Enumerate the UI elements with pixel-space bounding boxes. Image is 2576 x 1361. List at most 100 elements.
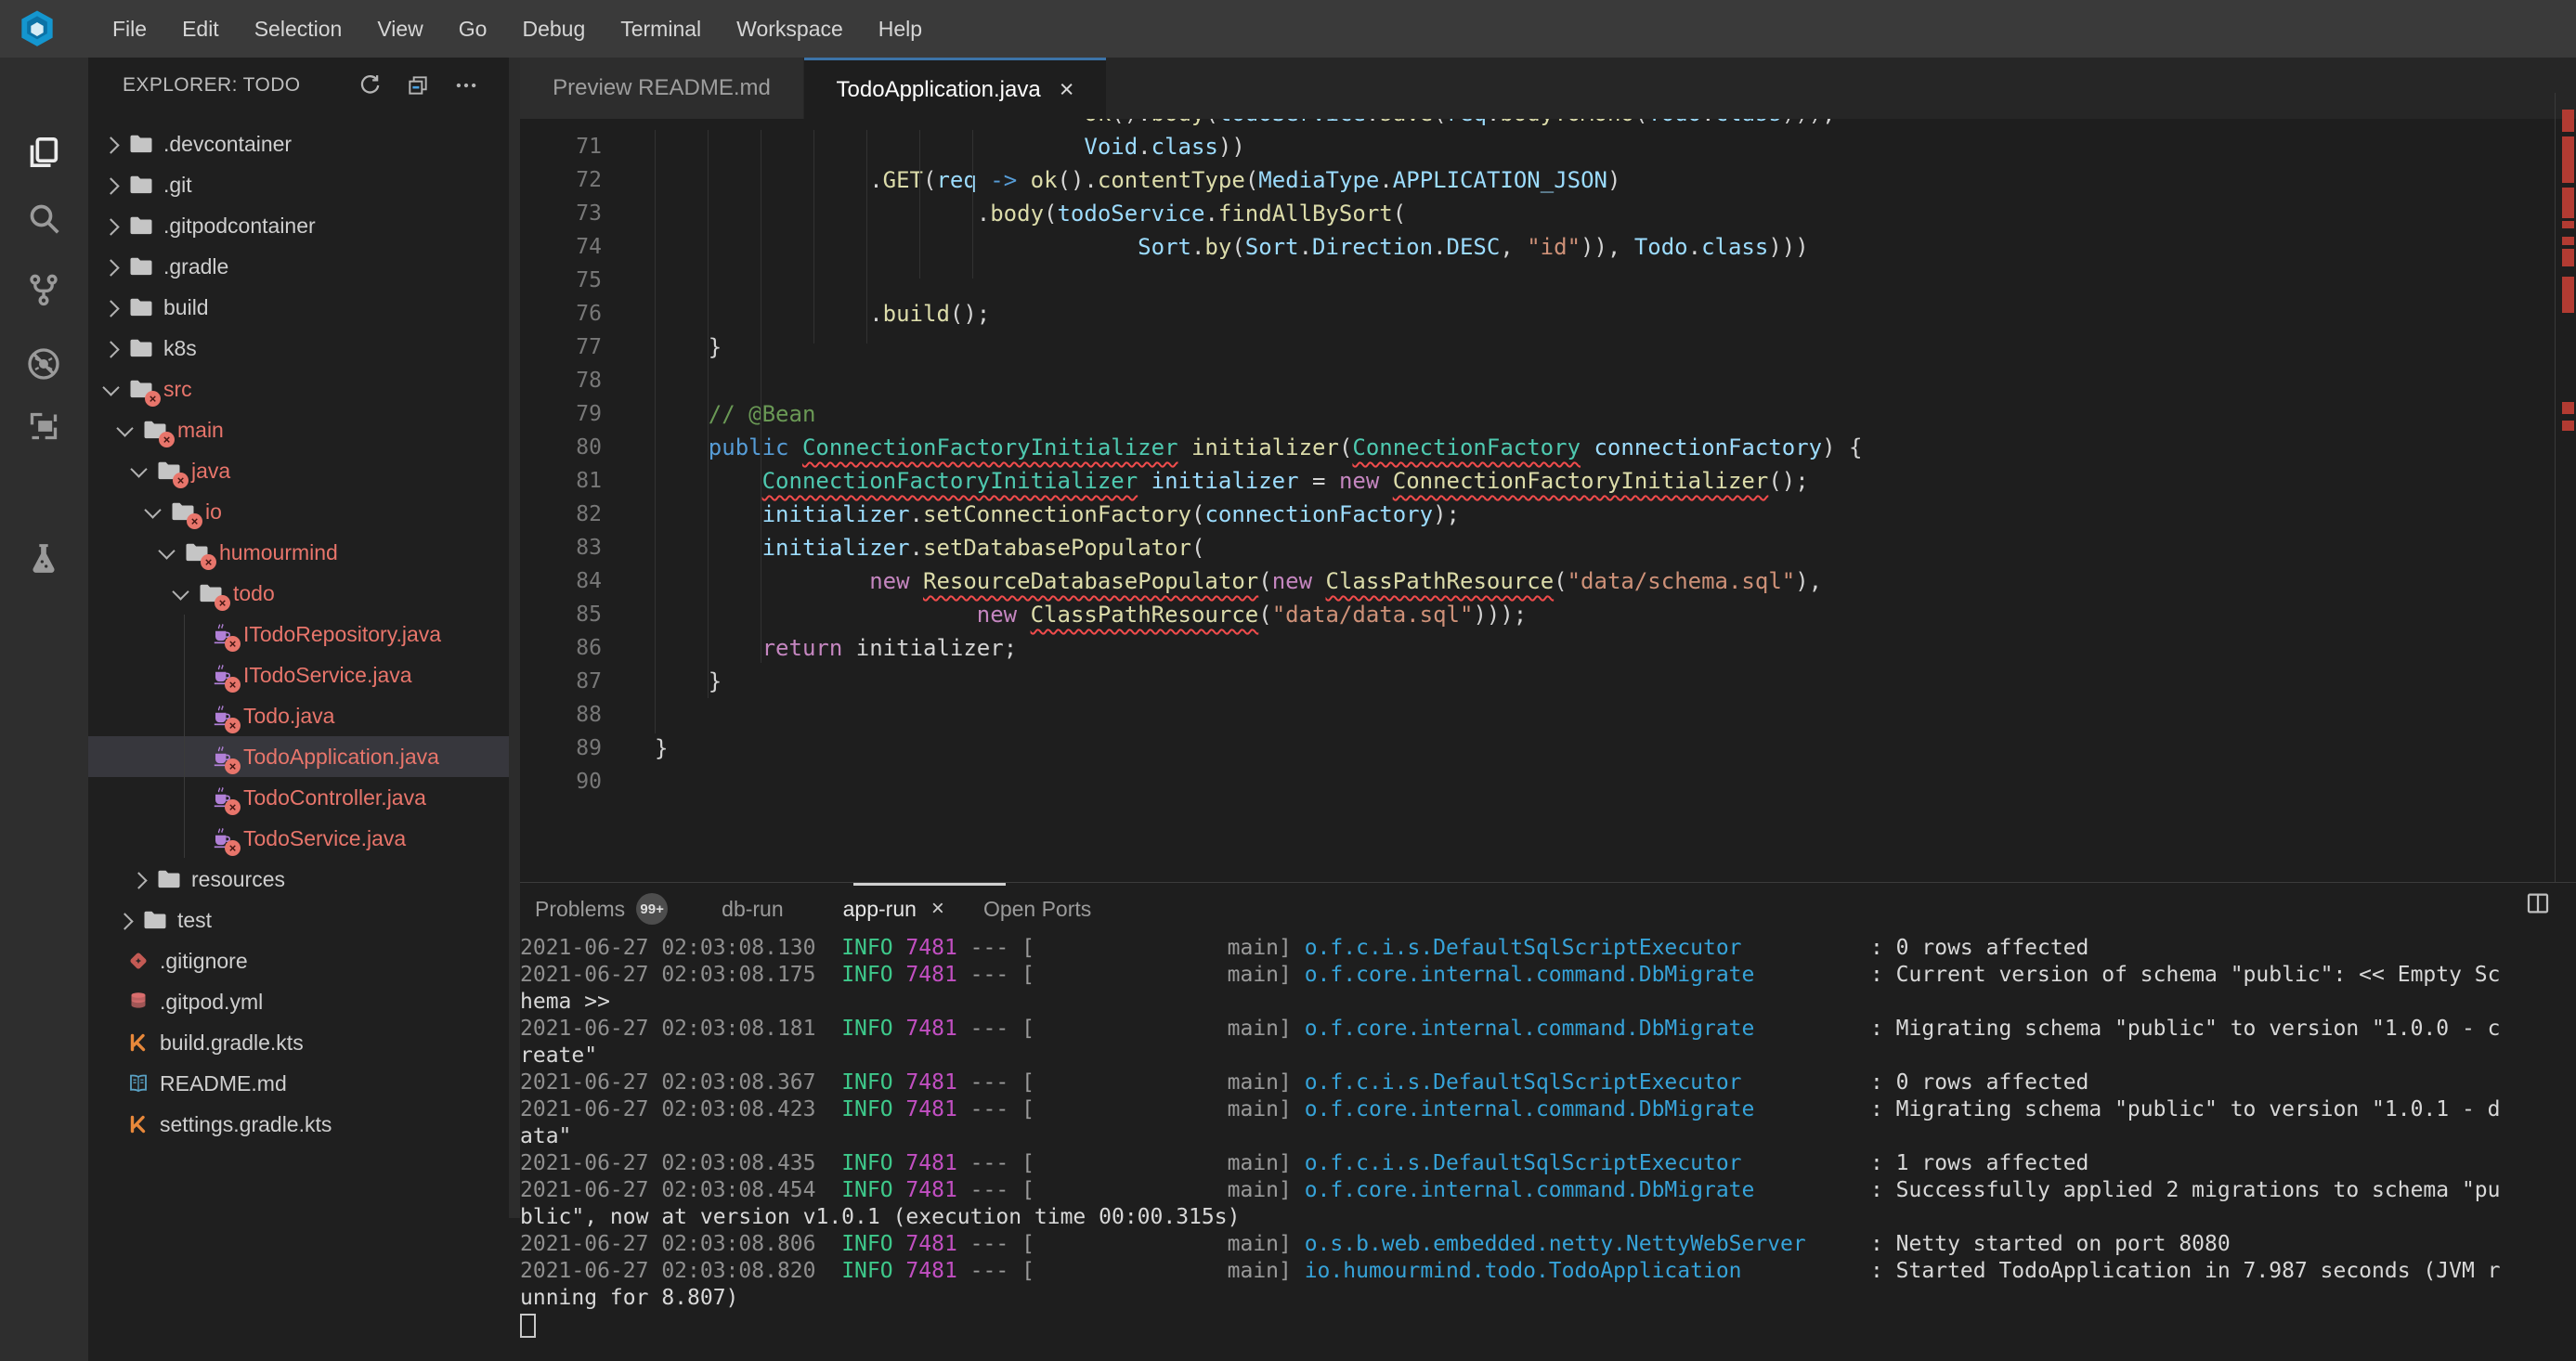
terminal-cursor — [520, 1314, 536, 1338]
refresh-icon[interactable] — [358, 73, 382, 97]
terminal-wrapped-line: hema >> — [520, 989, 2576, 1016]
tree-item-todoservice-java[interactable]: ×TodoService.java — [88, 818, 509, 859]
menu-bar: FileEditSelectionViewGoDebugTerminalWork… — [0, 0, 2576, 58]
tree-item-build-gradle-kts[interactable]: build.gradle.kts — [88, 1022, 509, 1063]
terminal-log-line: 2021-06-27 02:03:08.175 INFO 7481 --- [ … — [520, 962, 2576, 989]
yaml-icon — [127, 991, 150, 1013]
error-mark — [2562, 110, 2574, 132]
tree-item-test[interactable]: test — [88, 900, 509, 940]
chevron-down-icon — [116, 420, 133, 436]
panel-tab-db-run[interactable]: db-run — [722, 897, 783, 922]
chevron-right-icon — [102, 259, 119, 276]
tree-item-todocontroller-java[interactable]: ×TodoController.java — [88, 777, 509, 818]
menu-item-view[interactable]: View — [359, 17, 440, 42]
search-icon[interactable] — [25, 200, 62, 237]
tree-item-build[interactable]: build — [88, 287, 509, 328]
close-tab-icon[interactable]: × — [1060, 75, 1074, 104]
clipped-code-line: ok().body(todoService.save(req.bodyToMon… — [520, 119, 2555, 130]
line-number: 78 — [520, 364, 602, 397]
debug-disabled-icon[interactable] — [25, 345, 62, 382]
tree-item-readme-md[interactable]: README.md — [88, 1063, 509, 1104]
folder-icon — [157, 868, 181, 890]
tree-item-java[interactable]: ×java — [88, 450, 509, 491]
panel-tab-label: app-run — [843, 897, 917, 922]
indent-guide — [919, 130, 920, 279]
tree-item-label: .gitpodcontainer — [163, 214, 316, 239]
panel-tab-label: db-run — [722, 897, 783, 922]
tree-item-label: java — [191, 459, 230, 484]
line-number: 83 — [520, 531, 602, 564]
code-line-73: 73 .body(todoService.findAllBySort( — [520, 197, 2555, 230]
tree-item--git[interactable]: .git — [88, 164, 509, 205]
tree-item--gitignore[interactable]: .gitignore — [88, 940, 509, 981]
error-badge: × — [173, 473, 189, 488]
menu-item-go[interactable]: Go — [441, 17, 505, 42]
tree-item-io[interactable]: ×io — [88, 491, 509, 532]
tree-item-main[interactable]: ×main — [88, 409, 509, 450]
code-line-76: 76 .build(); — [520, 297, 2555, 331]
extensions-icon[interactable] — [25, 408, 62, 445]
close-panel-tab-icon[interactable]: × — [931, 896, 944, 922]
menu-item-help[interactable]: Help — [861, 17, 940, 42]
panel-tab-app-run[interactable]: app-run × — [843, 896, 944, 922]
panel-tab-problems[interactable]: Problems99+ — [535, 893, 668, 925]
line-number: 71 — [520, 130, 602, 163]
tree-item--gitpodcontainer[interactable]: .gitpodcontainer — [88, 205, 509, 246]
editor-tab-bar: Preview README.mdTodoApplication.java× — [520, 58, 2576, 119]
code-text: } — [655, 732, 668, 765]
terminal-log-line: 2021-06-27 02:03:08.181 INFO 7481 --- [ … — [520, 1016, 2576, 1043]
tree-item-label: .devcontainer — [163, 132, 292, 157]
sidebar-scrollbar[interactable] — [509, 58, 520, 1218]
line-number: 88 — [520, 698, 602, 732]
editor-tab-todoapplication-java[interactable]: TodoApplication.java× — [804, 58, 1106, 119]
panel-tab-open-ports[interactable]: Open Ports — [983, 897, 1091, 922]
tree-item--devcontainer[interactable]: .devcontainer — [88, 123, 509, 164]
menu-item-debug[interactable]: Debug — [504, 17, 603, 42]
menu-item-selection[interactable]: Selection — [237, 17, 360, 42]
overview-ruler[interactable] — [2555, 93, 2576, 882]
tree-item-todo-java[interactable]: ×Todo.java — [88, 695, 509, 736]
tree-item-humourmind[interactable]: ×humourmind — [88, 532, 509, 573]
chevron-right-icon — [116, 913, 133, 929]
tree-item-src[interactable]: ×src — [88, 369, 509, 409]
menu-item-file[interactable]: File — [95, 17, 164, 42]
more-actions-icon[interactable] — [454, 73, 478, 97]
tree-item-label: build — [163, 295, 209, 320]
tree-item-todo[interactable]: ×todo — [88, 573, 509, 614]
collapse-all-icon[interactable] — [406, 73, 430, 97]
tree-item-label: main — [177, 418, 224, 443]
error-mark — [2562, 421, 2574, 431]
tree-item-itodorepository-java[interactable]: ×ITodoRepository.java — [88, 614, 509, 655]
source-control-icon[interactable] — [25, 271, 62, 308]
terminal-wrapped-line: unning for 8.807) — [520, 1285, 2576, 1312]
tree-item-resources[interactable]: resources — [88, 859, 509, 900]
code-line-84: 84 new ResourceDatabasePopulator(new Cla… — [520, 564, 2555, 598]
tree-item-todoapplication-java[interactable]: ×TodoApplication.java — [88, 736, 509, 777]
split-panel-icon[interactable] — [2524, 889, 2552, 917]
tree-item-label: todo — [233, 581, 275, 606]
files-icon[interactable] — [25, 134, 62, 171]
editor-tab-preview-readme-md[interactable]: Preview README.md — [520, 58, 803, 119]
line-number: 77 — [520, 331, 602, 364]
tree-item-settings-gradle-kts[interactable]: settings.gradle.kts — [88, 1104, 509, 1145]
lab-flask-icon[interactable] — [25, 540, 62, 577]
menu-item-terminal[interactable]: Terminal — [603, 17, 719, 42]
menu-item-workspace[interactable]: Workspace — [719, 17, 861, 42]
code-text: new ResourceDatabasePopulator(new ClassP… — [655, 564, 1822, 598]
tree-item--gradle[interactable]: .gradle — [88, 246, 509, 287]
terminal-output[interactable]: 2021-06-27 02:03:08.130 INFO 7481 --- [ … — [520, 935, 2576, 1361]
explorer-header: EXPLORER: TODO — [88, 58, 520, 113]
tree-item-label: src — [163, 377, 192, 402]
gitpod-logo-icon[interactable] — [19, 8, 56, 49]
error-mark — [2562, 188, 2574, 218]
tree-item--gitpod-yml[interactable]: .gitpod.yml — [88, 981, 509, 1022]
tree-item-k8s[interactable]: k8s — [88, 328, 509, 369]
line-number: 75 — [520, 264, 602, 297]
indent-guide — [972, 130, 973, 279]
code-area[interactable]: ok().body(todoService.save(req.bodyToMon… — [520, 119, 2555, 882]
folder-icon — [129, 255, 153, 278]
line-number: 84 — [520, 564, 602, 598]
menu-item-edit[interactable]: Edit — [164, 17, 237, 42]
tree-item-label: ITodoRepository.java — [243, 622, 441, 647]
tree-item-itodoservice-java[interactable]: ×ITodoService.java — [88, 655, 509, 695]
